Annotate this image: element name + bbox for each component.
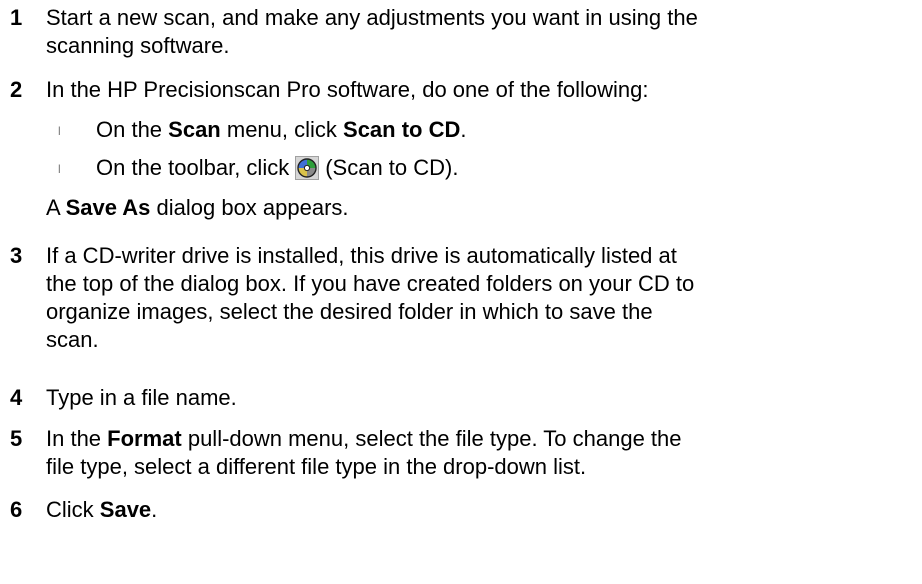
text-run: . [460, 117, 467, 142]
text-run: In the [46, 426, 108, 451]
text-run: On the [96, 117, 169, 142]
menu-name-scan: Scan [168, 117, 221, 142]
step-number: 1 [10, 5, 23, 30]
bullet-item: l On the Scan menu, click Scan to CD. [46, 116, 906, 146]
step-line: file type, select a different file type … [46, 454, 587, 479]
text-run: A [46, 195, 66, 220]
step-text: In the Format pull-down menu, select the… [46, 425, 918, 481]
step-3: 3 If a CD-writer drive is installed, thi… [0, 242, 922, 362]
bullet-text: On the Scan menu, click Scan to CD. [96, 116, 467, 144]
menu-name-format: Format [107, 426, 182, 451]
step-number: 2 [10, 77, 23, 102]
bullet-marker: l [58, 124, 61, 138]
step-2-result: A Save As dialog box appears. [46, 194, 349, 222]
step-2: 2 In the HP Precisionscan Pro software, … [0, 76, 922, 106]
text-run: Click [46, 497, 100, 522]
step-line: scan. [46, 327, 99, 352]
dialog-name-save-as: Save As [65, 195, 151, 220]
step-4: 4 Type in a file name. [0, 384, 922, 414]
step-text: Start a new scan, and make any adjustmen… [46, 4, 918, 60]
step-text: If a CD-writer drive is installed, this … [46, 242, 918, 354]
text-run: On the toolbar, click [96, 155, 290, 180]
step-line: If a CD-writer drive is installed, this … [46, 243, 677, 268]
instructions-document: 1 Start a new scan, and make any adjustm… [0, 0, 922, 584]
step-number: 4 [10, 385, 23, 410]
text-run: pull-down menu, select the file type. To… [181, 426, 682, 451]
button-name-save: Save [99, 497, 152, 522]
text-run: . [151, 497, 158, 522]
step-5: 5 In the Format pull-down menu, select t… [0, 425, 922, 485]
text-run: menu, click [220, 117, 344, 142]
text-run: (Scan to CD). [325, 155, 459, 180]
cd-disc-graphic [297, 158, 317, 178]
bullet-marker: l [58, 162, 61, 176]
bullet-item: l On the toolbar, click (Scan to CD). [46, 154, 906, 184]
step-line: Type in a file name. [46, 385, 237, 410]
text-run: dialog box appears. [150, 195, 349, 220]
step-6: 6 Click Save. [0, 496, 922, 526]
scan-to-cd-icon [295, 156, 320, 180]
step-text: In the HP Precisionscan Pro software, do… [46, 77, 649, 102]
bullet-text: On the toolbar, click (Scan to CD). [96, 154, 458, 182]
step-line: In the Format pull-down menu, select the… [46, 425, 918, 453]
step-number: 3 [10, 243, 23, 268]
step-text: Click Save. [46, 496, 918, 524]
step-line: Start a new scan, and make any adjustmen… [46, 5, 698, 30]
step-line: scanning software. [46, 33, 230, 58]
step-line: organize images, select the desired fold… [46, 299, 653, 324]
step-text: Type in a file name. [46, 384, 918, 412]
step-number: 6 [10, 497, 23, 522]
step-line: the top of the dialog box. If you have c… [46, 271, 695, 296]
step-1: 1 Start a new scan, and make any adjustm… [0, 4, 922, 64]
step-number: 5 [10, 426, 23, 451]
menu-item-scan-to-cd: Scan to CD [343, 117, 461, 142]
